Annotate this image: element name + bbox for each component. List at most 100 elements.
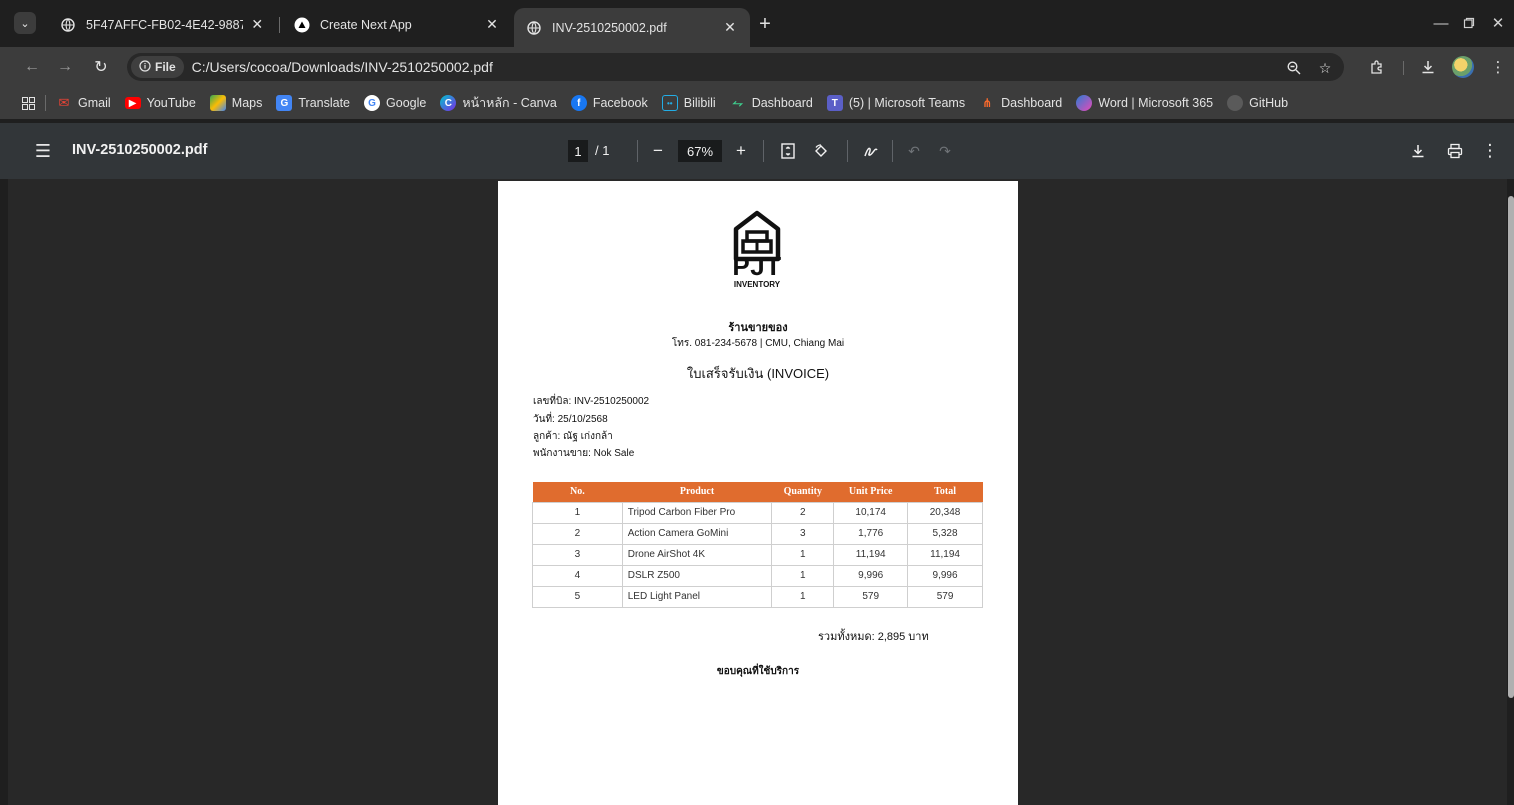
table-cell: 9,996 bbox=[833, 564, 909, 587]
tab-uuid[interactable]: 5F47AFFC-FB02-4E42-9887-912 ✕ bbox=[48, 8, 276, 41]
page-total: / 1 bbox=[595, 143, 610, 158]
bookmark-label: Dashboard bbox=[1001, 96, 1063, 110]
bill-date: วันที่: 25/10/2568 bbox=[533, 414, 608, 425]
url-text[interactable]: C:/Users/cocoa/Downloads/INV-2510250002.… bbox=[192, 59, 493, 75]
minimize-icon[interactable]: — bbox=[1430, 12, 1452, 34]
scrollbar-thumb[interactable] bbox=[1508, 196, 1514, 698]
toolbar-separator bbox=[1403, 61, 1404, 75]
tab-title: 5F47AFFC-FB02-4E42-9887-912 bbox=[86, 17, 243, 32]
bookmark-gmail[interactable]: ✉ Gmail bbox=[56, 95, 111, 111]
table-cell: 1 bbox=[771, 543, 835, 566]
address-bar[interactable]: File C:/Users/cocoa/Downloads/INV-251025… bbox=[127, 53, 1344, 81]
close-window-icon[interactable]: ✕ bbox=[1487, 12, 1509, 34]
extensions-icon[interactable] bbox=[1365, 55, 1389, 79]
bookmark-label: Word | Microsoft 365 bbox=[1098, 96, 1214, 110]
bookmark-label: Bilibili bbox=[683, 96, 716, 110]
logo-text: PJT bbox=[732, 251, 782, 281]
bill-number: เลขที่บิล: INV-2510250002 bbox=[533, 396, 650, 407]
zoom-icon[interactable] bbox=[1283, 57, 1305, 79]
redo-icon[interactable]: ↷ bbox=[933, 139, 957, 163]
table-cell: 2 bbox=[532, 522, 623, 545]
table-cell: 1 bbox=[532, 501, 623, 524]
info-icon bbox=[139, 59, 151, 75]
bookmark-label: Dashboard bbox=[751, 96, 813, 110]
globe-icon bbox=[60, 17, 76, 33]
close-icon[interactable]: ✕ bbox=[484, 16, 500, 33]
undo-icon[interactable]: ↶ bbox=[902, 139, 926, 163]
bookmark-label: GitHub bbox=[1249, 96, 1289, 110]
bookmark-dashboard-2[interactable]: ⋔ Dashboard bbox=[979, 95, 1062, 111]
tab-invoice-pdf[interactable]: INV-2510250002.pdf ✕ bbox=[514, 8, 750, 47]
table-cell: 3 bbox=[532, 543, 623, 566]
customer-name: ลูกค้า: ณัฐ เก่งกล้า bbox=[533, 431, 613, 442]
close-icon[interactable]: ✕ bbox=[722, 19, 738, 36]
downloads-icon[interactable] bbox=[1416, 55, 1440, 79]
apps-grid-icon[interactable] bbox=[22, 96, 35, 110]
bookmark-google[interactable]: G Google bbox=[364, 95, 426, 111]
tab-separator bbox=[279, 17, 280, 33]
dashboard-icon: ⥊ bbox=[732, 95, 743, 110]
table-cell: 20,348 bbox=[907, 501, 983, 524]
download-icon[interactable] bbox=[1406, 139, 1430, 163]
bookmark-github[interactable]: GitHub bbox=[1227, 95, 1288, 111]
tab-search-button[interactable]: ⌄ bbox=[14, 12, 36, 34]
github-icon bbox=[1227, 95, 1244, 111]
document-title: ใบเสร็จรับเงิน (INVOICE) bbox=[686, 366, 830, 381]
bookmark-canva[interactable]: C หน้าหลัก - Canva bbox=[440, 93, 557, 113]
bookmark-maps[interactable]: Maps bbox=[209, 95, 263, 111]
bookmark-label: Google bbox=[386, 96, 427, 110]
site-info-label: File bbox=[155, 60, 176, 74]
profile-avatar[interactable] bbox=[1452, 56, 1474, 78]
bookmark-facebook[interactable]: f Facebook bbox=[570, 95, 648, 111]
bookmark-teams[interactable]: T (5) | Microsoft Teams bbox=[826, 95, 966, 111]
sales-staff: พนักงานขาย: Nok Sale bbox=[533, 448, 635, 459]
toolbar-divider bbox=[847, 140, 848, 162]
column-header: Quantity bbox=[771, 482, 834, 502]
google-icon: G bbox=[364, 95, 381, 111]
table-cell: 1 bbox=[771, 585, 835, 608]
new-tab-button[interactable]: + bbox=[754, 13, 776, 35]
zoom-in-button[interactable]: + bbox=[729, 139, 753, 163]
bookmark-youtube[interactable]: ▶ YouTube bbox=[124, 96, 196, 110]
bookmark-dashboard[interactable]: ⥊ Dashboard bbox=[730, 95, 813, 111]
bookmark-star-icon[interactable]: ☆ bbox=[1314, 57, 1336, 79]
bookmark-translate[interactable]: G Translate bbox=[276, 95, 350, 111]
fit-page-icon[interactable] bbox=[776, 139, 800, 163]
table-cell: 10,174 bbox=[833, 501, 909, 524]
bookmarks-bar: ✉ Gmail ▶ YouTube Maps G Translate G Google … bbox=[0, 87, 1514, 119]
print-icon[interactable] bbox=[1443, 139, 1467, 163]
restore-icon[interactable] bbox=[1458, 12, 1480, 34]
globe-icon bbox=[526, 20, 542, 36]
table-cell: 4 bbox=[532, 564, 623, 587]
forward-icon[interactable]: → bbox=[53, 55, 77, 79]
pdf-toolbar: ☰ INV-2510250002.pdf 1 / 1 − 67% + ↶ ↷ ⋮ bbox=[0, 123, 1514, 179]
close-icon[interactable]: ✕ bbox=[251, 16, 265, 33]
bookmark-label: (5) | Microsoft Teams bbox=[848, 96, 966, 110]
tab-title: INV-2510250002.pdf bbox=[552, 20, 667, 35]
grand-total: รวมทั้งหมด: 2,895 บาท bbox=[818, 631, 929, 643]
gmail-icon: ✉ bbox=[58, 95, 70, 110]
page-number-input[interactable]: 1 bbox=[568, 140, 588, 162]
table-header-row: No. Product Quantity Unit Price Total bbox=[532, 482, 983, 502]
bookmark-label: Maps bbox=[231, 96, 263, 110]
zoom-out-button[interactable]: − bbox=[646, 139, 670, 163]
hamburger-menu-icon[interactable]: ☰ bbox=[32, 140, 54, 162]
back-icon[interactable]: ← bbox=[20, 55, 44, 79]
rotate-icon[interactable] bbox=[809, 139, 833, 163]
kebab-menu-icon[interactable]: ⋮ bbox=[1486, 55, 1510, 79]
bookmark-label: Gmail bbox=[78, 96, 111, 110]
table-cell: 1,776 bbox=[833, 522, 909, 545]
tab-create-next-app[interactable]: Create Next App ✕ bbox=[282, 8, 512, 41]
site-info-chip[interactable]: File bbox=[131, 56, 184, 78]
column-header: No. bbox=[532, 482, 623, 502]
triangle-icon bbox=[294, 17, 310, 33]
draw-annotate-icon[interactable] bbox=[859, 139, 883, 163]
bookmark-word-m365[interactable]: Word | Microsoft 365 bbox=[1076, 95, 1213, 111]
reload-icon[interactable]: ↻ bbox=[89, 55, 113, 79]
zoom-level-input[interactable]: 67% bbox=[678, 140, 722, 162]
bookmark-bilibili[interactable]: •• Bilibili bbox=[661, 95, 716, 111]
m365-icon bbox=[1076, 95, 1093, 111]
table-cell: 9,996 bbox=[907, 564, 983, 587]
more-options-icon[interactable]: ⋮ bbox=[1478, 139, 1502, 163]
pjt-inventory-logo: PJT INVENTORY bbox=[724, 207, 790, 291]
